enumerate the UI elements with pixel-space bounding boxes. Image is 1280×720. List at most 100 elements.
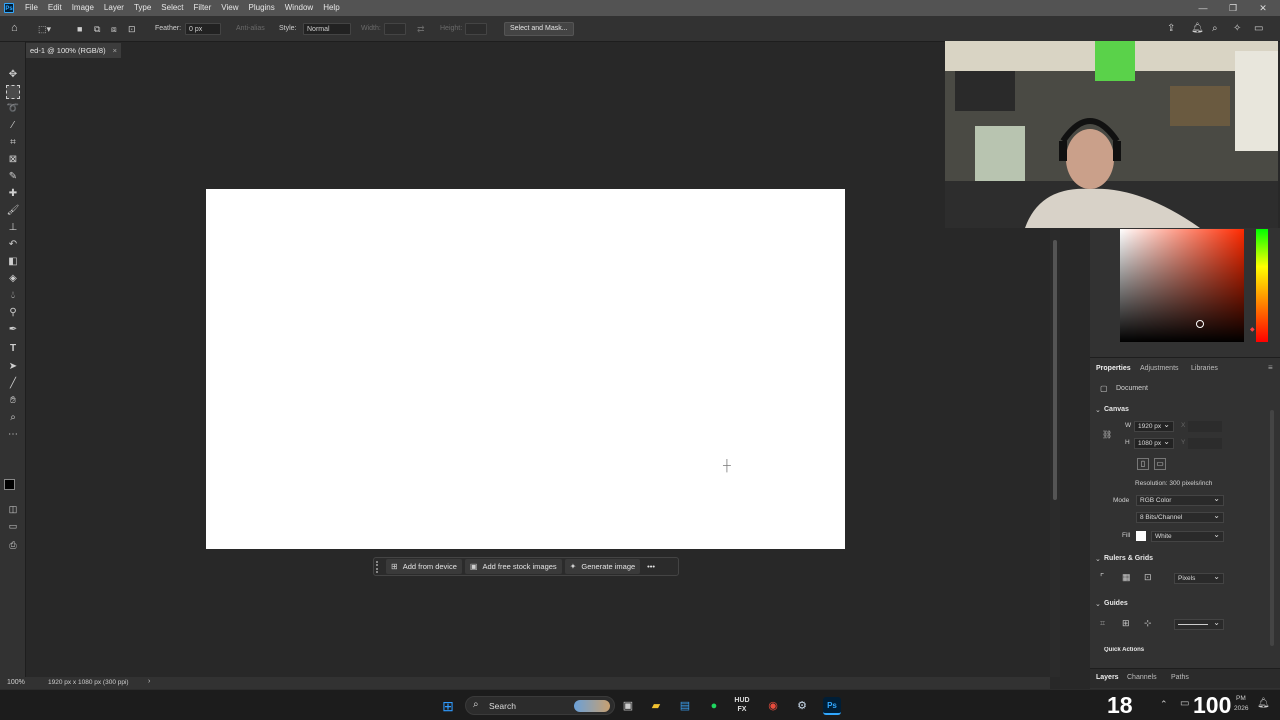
photoshop-taskbar-icon[interactable]: Ps [823,697,841,715]
network-icon[interactable]: ▭ [1180,698,1189,709]
ruler-units-select[interactable]: Pixels [1174,572,1224,584]
object-selection-tool-icon[interactable]: ⁄ [6,119,20,133]
select-and-mask-button[interactable]: Select and Mask... [504,22,574,36]
clock-date[interactable]: 2026 [1234,705,1248,712]
notifications-icon[interactable]: 🔔︎ [1191,21,1204,37]
antialias-checkbox[interactable]: Anti-alias [236,21,265,37]
width-input[interactable] [384,23,406,35]
color-picker-field[interactable] [1120,229,1244,342]
mode-select[interactable]: RGB Color [1136,494,1224,506]
generate-image-button[interactable]: ✦ Generate image [564,559,641,574]
menu-type[interactable]: Type [129,0,156,16]
menu-filter[interactable]: Filter [189,0,217,16]
clone-stamp-tool-icon[interactable]: ⊥ [6,221,20,235]
foreground-color-swatch[interactable] [4,479,15,490]
zoom-tool-icon[interactable]: ⌕ [6,411,20,425]
guides-collapse-icon[interactable]: ⌄ [1095,600,1101,608]
move-tool-icon[interactable]: ✥ [6,68,20,82]
blur-tool-icon[interactable]: 💧︎ [6,289,20,303]
tab-layers[interactable]: Layers [1096,674,1119,681]
tray-chevron-icon[interactable]: ⌃ [1160,699,1168,710]
status-chevron-icon[interactable]: › [148,678,150,685]
vertical-scrollbar[interactable] [1050,228,1060,677]
panel-menu-icon[interactable]: ≡ [1268,363,1273,372]
drag-handle[interactable] [376,560,382,573]
menu-view[interactable]: View [216,0,243,16]
intersect-selection-icon[interactable]: ⊡ [128,21,136,37]
rulers-collapse-icon[interactable]: ⌄ [1095,555,1101,563]
workspace-icon[interactable]: ▭ [1254,21,1263,37]
menu-help[interactable]: Help [318,0,344,16]
eyedropper-tool-icon[interactable]: ✎ [6,170,20,184]
taskbar-search[interactable]: ⌕ Search [465,696,615,715]
close-window-button[interactable]: ✕ [1248,0,1278,16]
hud-fx-icon[interactable]: HUD FX [733,696,751,714]
menu-image[interactable]: Image [67,0,99,16]
style-select[interactable]: Normal [303,23,351,35]
portrait-orientation-icon[interactable]: ▯ [1137,458,1149,470]
ruler-icon[interactable]: ⌜ [1100,572,1104,583]
tab-libraries[interactable]: Libraries [1191,363,1218,375]
y-input[interactable] [1188,438,1222,449]
line-tool-icon[interactable]: ╱ [6,377,20,391]
menu-plugins[interactable]: Plugins [244,0,280,16]
tab-channels[interactable]: Channels [1127,674,1157,681]
hue-slider[interactable] [1256,229,1268,342]
marquee-preset-icon[interactable]: ⬚▾ [38,21,51,37]
windows-start-icon[interactable]: ⊞ [439,697,457,715]
tab-properties[interactable]: Properties [1096,363,1131,375]
guide-icon[interactable]: ⌗ [1100,618,1105,629]
grid-icon[interactable]: ▦ [1122,572,1131,583]
menu-edit[interactable]: Edit [43,0,67,16]
new-guide-icon[interactable]: ⊞ [1122,618,1130,629]
restore-button[interactable]: ❐ [1218,0,1248,16]
canvas-section-title[interactable]: Canvas [1104,406,1129,413]
guides-title[interactable]: Guides [1104,600,1128,607]
canvas-width-input[interactable]: 1920 px [1134,420,1174,432]
notepad-icon[interactable]: ▤ [676,697,694,715]
lasso-tool-icon[interactable]: ➰ [6,102,20,116]
notification-center-icon[interactable]: 🔔︎ [1257,698,1270,709]
canvas-height-input[interactable]: 1080 px [1134,437,1174,449]
menu-select[interactable]: Select [156,0,188,16]
clock-time[interactable]: PM [1236,695,1246,702]
swap-icon[interactable]: ⇄ [417,21,425,37]
file-explorer-icon[interactable]: ▰ [647,697,665,715]
minimize-button[interactable]: — [1188,0,1218,16]
fill-select[interactable]: White [1151,530,1224,542]
color-marker[interactable] [1196,320,1204,328]
discover-icon[interactable]: ✧ [1233,21,1241,37]
crop-tool-icon[interactable]: ⌗ [6,136,20,150]
share-icon[interactable]: ⇪ [1167,21,1175,37]
rectangular-marquee-tool-icon[interactable] [6,85,20,99]
path-selection-tool-icon[interactable]: ➤ [6,360,20,374]
fill-color-swatch[interactable] [1136,531,1146,541]
paint-bucket-tool-icon[interactable]: ◈ [6,272,20,286]
camera-tool-icon[interactable]: ⎙ [6,538,20,552]
menu-window[interactable]: Window [280,0,318,16]
dodge-tool-icon[interactable]: ⚲ [6,306,20,320]
screen-mode-icon[interactable]: ▭ [6,519,20,533]
guide-style-select[interactable] [1174,618,1224,630]
history-brush-tool-icon[interactable]: ↶ [6,238,20,252]
spotify-icon[interactable]: ● [705,697,723,715]
canvas[interactable]: ┼ [206,189,845,549]
bit-depth-select[interactable]: 8 Bits/Channel [1136,511,1224,523]
rulers-grids-title[interactable]: Rulers & Grids [1104,555,1153,562]
brush-tool-icon[interactable]: 🖌︎ [6,204,20,218]
tab-paths[interactable]: Paths [1171,674,1189,681]
quick-mask-icon[interactable]: ◫ [6,502,20,516]
quick-actions-title[interactable]: Quick Actions [1104,647,1144,652]
pixel-grid-icon[interactable]: ⊡ [1144,572,1152,583]
add-from-device-button[interactable]: ⊞ Add from device [386,559,462,574]
tab-adjustments[interactable]: Adjustments [1140,363,1179,375]
link-icon[interactable]: ⛓ [1102,430,1112,439]
search-icon[interactable]: ⌕ [1212,21,1218,37]
height-input[interactable] [465,23,487,35]
guide-layout-icon[interactable]: ⊹ [1144,618,1152,629]
feather-input[interactable]: 0 px [185,23,221,35]
x-input[interactable] [1188,421,1222,432]
zoom-level[interactable]: 100% [7,679,25,686]
properties-scrollbar[interactable] [1270,410,1274,646]
subtract-selection-icon[interactable]: ⧈ [111,21,117,37]
